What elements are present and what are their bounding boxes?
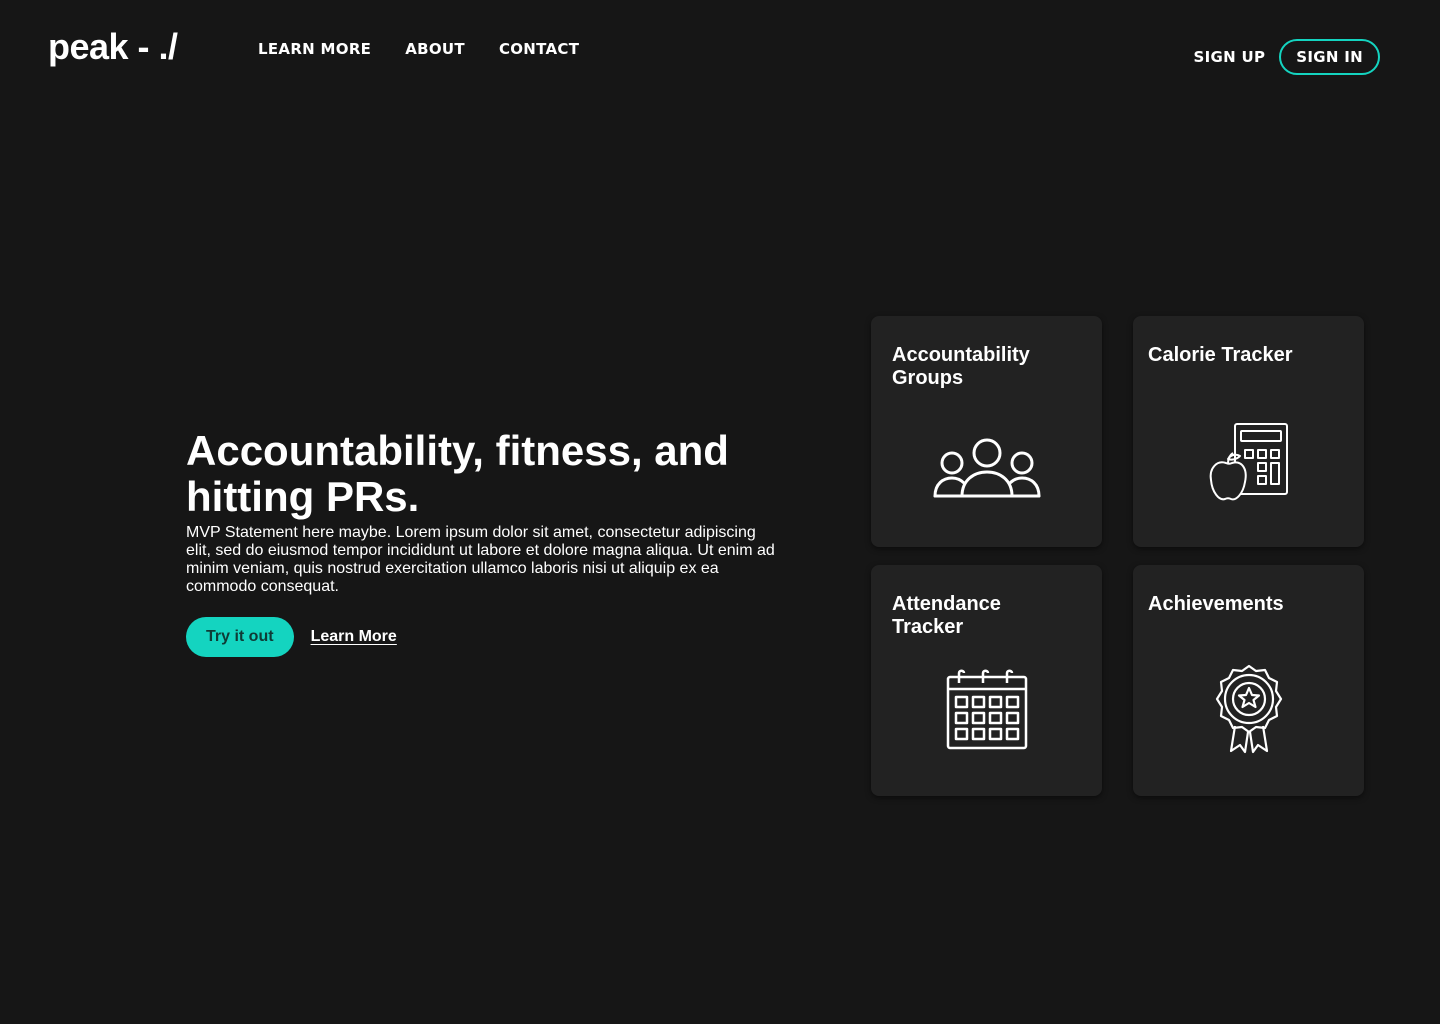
- top-nav: LEARN MORE ABOUT CONTACT: [258, 40, 579, 58]
- card-title: Achievements: [1148, 593, 1284, 615]
- nav-contact[interactable]: CONTACT: [499, 40, 579, 58]
- card-attendance-tracker[interactable]: Attendance Tracker: [871, 565, 1102, 796]
- hero-cta-group: Try it out Learn More: [186, 617, 776, 657]
- hero-headline: Accountability, fitness, and hitting PRs…: [186, 427, 729, 520]
- award-badge-icon: [1215, 664, 1282, 754]
- calendar-icon: [946, 669, 1027, 750]
- card-title: Calorie Tracker: [1148, 344, 1293, 366]
- landing-page: peak - ./ LEARN MORE ABOUT CONTACT SIGN …: [0, 0, 1440, 1024]
- brand-logo[interactable]: peak - ./: [48, 26, 178, 68]
- auth-actions: SIGN UP SIGN IN: [1194, 39, 1380, 75]
- sign-up-button[interactable]: SIGN UP: [1194, 40, 1266, 74]
- nav-about[interactable]: ABOUT: [405, 40, 465, 58]
- calculator-apple-icon: [1209, 423, 1288, 501]
- hero-statement: MVP Statement here maybe. Lorem ipsum do…: [186, 524, 775, 595]
- card-title: Accountability Groups: [892, 344, 1030, 389]
- nav-learn-more[interactable]: LEARN MORE: [258, 40, 371, 58]
- sign-in-button[interactable]: SIGN IN: [1279, 39, 1380, 75]
- try-it-out-button[interactable]: Try it out: [186, 617, 294, 657]
- card-calorie-tracker[interactable]: Calorie Tracker: [1133, 316, 1364, 547]
- learn-more-link[interactable]: Learn More: [311, 628, 397, 646]
- hero-section: Accountability, fitness, and hitting PRs…: [186, 428, 776, 657]
- feature-cards: Accountability Groups Calorie Tracker At…: [871, 316, 1364, 796]
- card-achievements[interactable]: Achievements: [1133, 565, 1364, 796]
- card-accountability-groups[interactable]: Accountability Groups: [871, 316, 1102, 547]
- group-icon: [933, 438, 1040, 498]
- card-title: Attendance Tracker: [892, 593, 1001, 638]
